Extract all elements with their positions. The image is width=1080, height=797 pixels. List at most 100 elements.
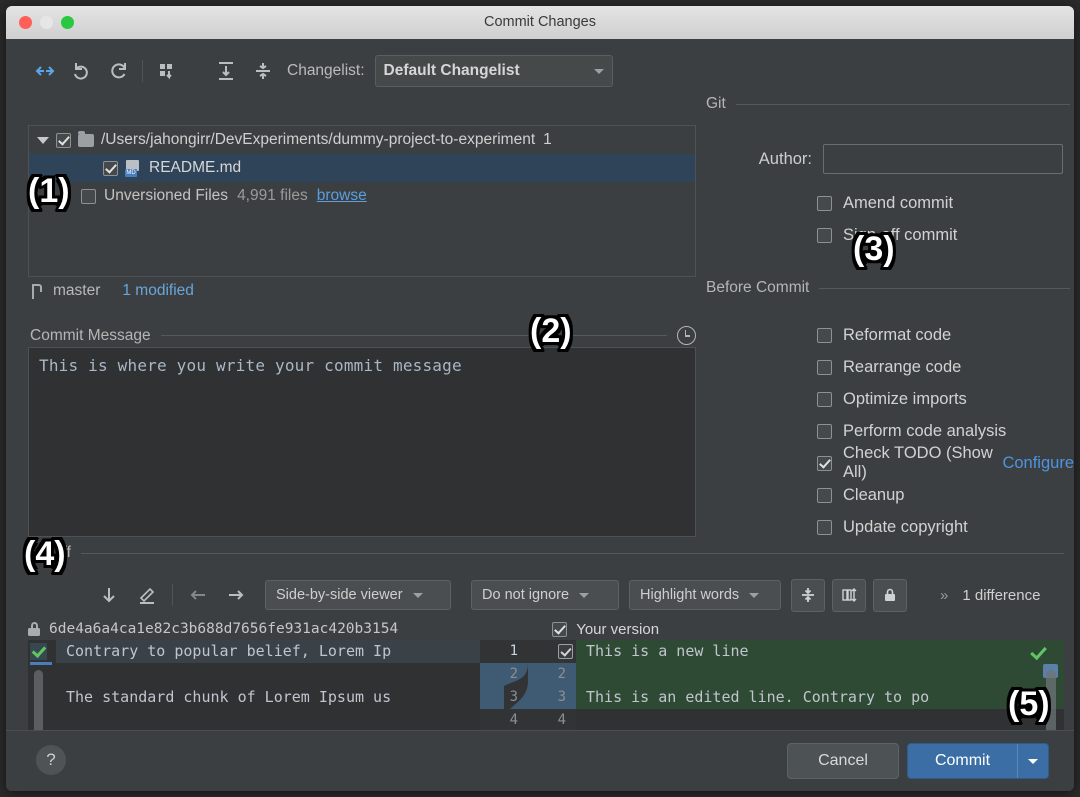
next-difference-icon[interactable] [90, 578, 128, 612]
option-update-copyright[interactable]: Update copyright [817, 511, 1074, 543]
sign-off-commit-label: Sign-off commit [843, 226, 957, 245]
chevron-down-icon[interactable] [28, 550, 40, 557]
file-checkbox[interactable] [103, 161, 118, 176]
revision-hash: 6de4a6a4ca1e82c3b688d7656fe931ac420b3154 [49, 621, 398, 637]
amend-commit-label: Amend commit [843, 194, 953, 213]
option-check-todo[interactable]: Check TODO (Show All) Configure [817, 447, 1074, 479]
viewer-mode-value: Side-by-side viewer [276, 587, 403, 603]
option-sign-off-commit[interactable]: Sign-off commit [817, 219, 957, 251]
unversioned-checkbox[interactable] [81, 189, 96, 204]
collapse-all-icon[interactable] [244, 54, 281, 88]
tree-row-unversioned[interactable]: Unversioned Files 4,991 files browse [29, 182, 695, 210]
commit-changes-window: Commit Changes [6, 6, 1074, 791]
tree-row-file[interactable]: MD README.md [29, 154, 695, 182]
branch-status-bar: master 1 modified [30, 282, 194, 300]
option-reformat-code[interactable]: Reformat code [817, 319, 1074, 351]
author-label: Author: [706, 150, 812, 169]
minimize-window-button[interactable] [40, 16, 53, 29]
commit-dropdown-button[interactable] [1018, 759, 1048, 764]
previous-change-icon[interactable] [179, 578, 217, 612]
diff-right-scrollbar[interactable] [1046, 670, 1056, 734]
chevron-down-icon [579, 593, 589, 598]
difference-count: 1 difference [962, 587, 1040, 604]
your-version-checkbox[interactable] [552, 622, 567, 637]
option-amend-commit[interactable]: Amend commit [817, 187, 957, 219]
chevron-down-icon[interactable] [37, 137, 49, 144]
diff-right-line: This is a new line [576, 640, 1064, 663]
chevron-down-icon [413, 593, 423, 598]
perform-code-analysis-label: Perform code analysis [843, 422, 1006, 441]
folder-icon [78, 134, 94, 147]
line-number: 4 [480, 709, 528, 732]
clock-icon[interactable] [677, 326, 696, 345]
highlight-mode-value: Highlight words [640, 587, 739, 603]
changelist-dropdown[interactable]: Default Changelist [375, 55, 613, 87]
commit-button[interactable]: Commit [907, 743, 1049, 779]
git-options-list: Amend commit Sign-off commit [817, 187, 957, 251]
author-input[interactable] [823, 144, 1063, 174]
lock-icon[interactable] [873, 579, 907, 612]
revert-icon[interactable] [63, 54, 100, 88]
check-todo-checkbox[interactable] [817, 456, 832, 471]
highlight-mode-dropdown[interactable]: Highlight words [629, 580, 781, 610]
header-rule [736, 104, 1070, 105]
cleanup-label: Cleanup [843, 486, 904, 505]
before-commit-options-list: Reformat code Rearrange code Optimize im… [817, 319, 1074, 543]
edit-icon[interactable] [128, 578, 166, 612]
reformat-code-label: Reformat code [843, 326, 951, 345]
group-by-icon[interactable] [148, 54, 185, 88]
header-rule [81, 553, 1064, 554]
line-number: 2 [480, 663, 528, 686]
changes-toolbar: Changelist: Default Changelist [26, 49, 696, 93]
expand-all-icon[interactable] [207, 54, 244, 88]
collapse-arrows-icon[interactable] [26, 54, 63, 88]
accept-change-icon[interactable] [30, 643, 47, 660]
reformat-code-checkbox[interactable] [817, 328, 832, 343]
collapse-unchanged-icon[interactable] [791, 579, 825, 612]
ignore-mode-dropdown[interactable]: Do not ignore [471, 580, 619, 610]
viewer-mode-dropdown[interactable]: Side-by-side viewer [265, 580, 451, 610]
zoom-window-button[interactable] [61, 16, 74, 29]
sign-off-commit-checkbox[interactable] [817, 228, 832, 243]
sync-scroll-icon[interactable] [832, 579, 866, 612]
include-change-checkbox[interactable] [558, 644, 573, 659]
option-optimize-imports[interactable]: Optimize imports [817, 383, 1074, 415]
optimize-imports-checkbox[interactable] [817, 392, 832, 407]
ignore-mode-value: Do not ignore [482, 587, 569, 603]
close-window-button[interactable] [19, 16, 32, 29]
next-change-icon[interactable] [217, 578, 255, 612]
help-button[interactable]: ? [36, 745, 66, 775]
cancel-button[interactable]: Cancel [787, 743, 899, 779]
diff-left-line [56, 663, 480, 686]
line-number: 2 [528, 663, 576, 686]
accepted-change-icon [1030, 644, 1046, 657]
modified-count[interactable]: 1 modified [122, 282, 194, 300]
tree-row-root[interactable]: /Users/jahongirr/DevExperiments/dummy-pr… [29, 126, 695, 154]
option-perform-code-analysis[interactable]: Perform code analysis [817, 415, 1074, 447]
commit-message-input[interactable]: This is where you write your commit mess… [28, 347, 696, 537]
toolbar-divider [172, 584, 173, 606]
line-number: 3 [480, 686, 528, 709]
expand-toolbar-chevron[interactable]: » [940, 587, 948, 604]
amend-commit-checkbox[interactable] [817, 196, 832, 211]
cleanup-checkbox[interactable] [817, 488, 832, 503]
changelist-value: Default Changelist [384, 62, 594, 80]
diff-section-header[interactable]: Diff [28, 544, 1064, 562]
git-label: Git [706, 95, 726, 113]
browse-link[interactable]: browse [317, 187, 367, 205]
refresh-icon[interactable] [100, 54, 137, 88]
your-version-label: Your version [576, 621, 659, 638]
rearrange-code-label: Rearrange code [843, 358, 961, 377]
diff-left-line: The standard chunk of Lorem Ipsum us [56, 686, 480, 709]
branch-icon [30, 283, 44, 300]
option-rearrange-code[interactable]: Rearrange code [817, 351, 1074, 383]
rearrange-code-checkbox[interactable] [817, 360, 832, 375]
diff-left-line [56, 709, 480, 732]
update-copyright-checkbox[interactable] [817, 520, 832, 535]
option-cleanup[interactable]: Cleanup [817, 479, 1074, 511]
configure-link[interactable]: Configure [1002, 454, 1074, 473]
perform-code-analysis-checkbox[interactable] [817, 424, 832, 439]
changelist-label: Changelist: [287, 62, 365, 80]
root-checkbox[interactable] [56, 133, 71, 148]
changed-files-tree[interactable]: /Users/jahongirr/DevExperiments/dummy-pr… [28, 125, 696, 277]
